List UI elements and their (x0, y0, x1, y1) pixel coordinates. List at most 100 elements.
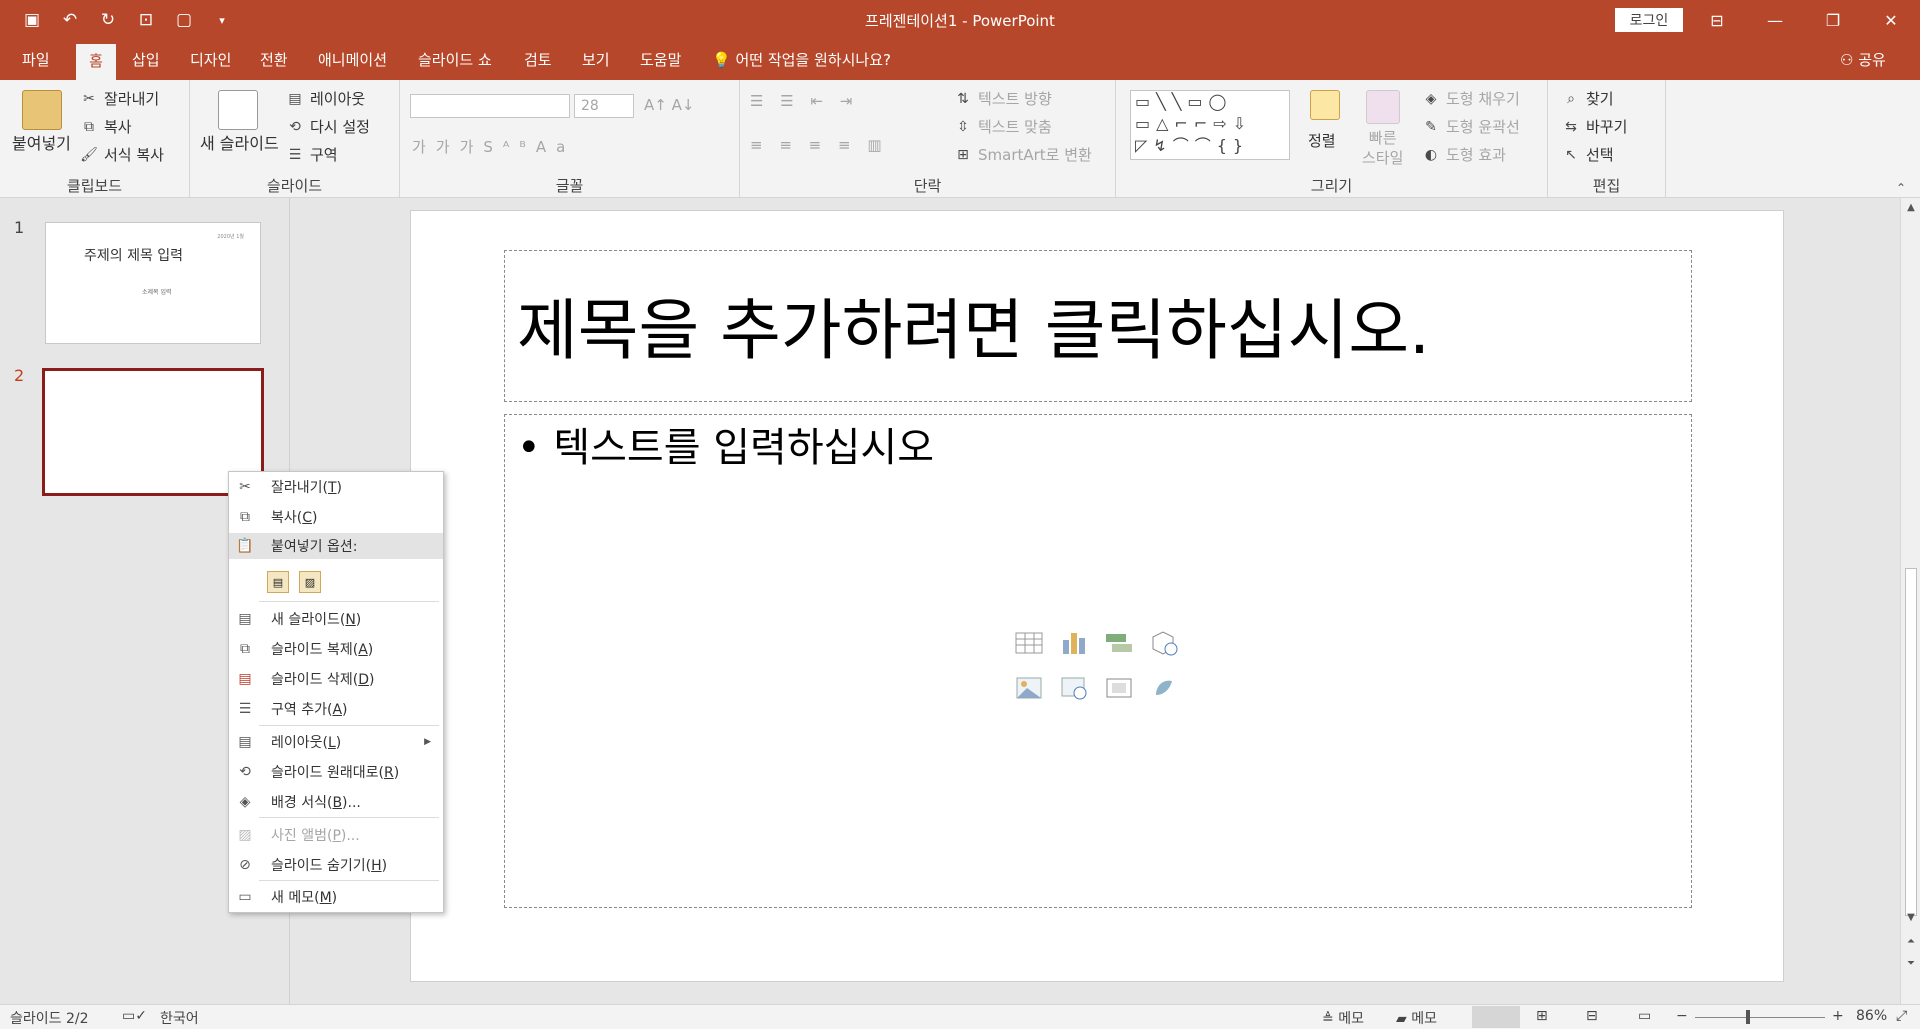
paste-icon[interactable] (22, 90, 62, 130)
shape-effects-button[interactable]: ◐ 도형 효과 (1422, 144, 1506, 165)
insert-chart-icon[interactable] (1051, 620, 1096, 665)
menu-item-format-background[interactable]: ◈ 배경 서식(B)... (229, 789, 443, 815)
shape-fill-button[interactable]: ◈ 도형 채우기 (1422, 88, 1520, 109)
menu-item-cut[interactable]: ✂ 잘라내기(T) (229, 474, 443, 500)
text-direction-button[interactable]: ⇅ 텍스트 방향 (954, 88, 1052, 109)
slideshow-view-icon[interactable]: ▭ (1638, 1008, 1651, 1024)
menu-item-hide-slide[interactable]: ⊘ 슬라이드 숨기기(H) (229, 852, 443, 878)
zoom-level[interactable]: 86% (1856, 1008, 1887, 1024)
tab-review[interactable]: 검토 (520, 40, 556, 80)
insert-online-picture-icon[interactable] (1051, 665, 1096, 710)
smartart-button[interactable]: ⊞ SmartArt로 변환 (954, 144, 1092, 165)
scrollbar-thumb[interactable] (1905, 568, 1917, 916)
shape-outline-button[interactable]: ✎ 도형 윤곽선 (1422, 116, 1520, 137)
font-grow-icon[interactable]: A↑ A↓ (644, 96, 694, 114)
align-text-button[interactable]: ⇳ 텍스트 맞춤 (954, 116, 1052, 137)
zoom-in-icon[interactable]: + (1832, 1008, 1844, 1024)
notes-button[interactable]: ≜ 메모 (1322, 1008, 1364, 1028)
reset-button[interactable]: ⟲ 다시 설정 (286, 116, 370, 137)
paragraph-group: ☰ ☰ ⇤ ⇥ ≡ ≡ ≡ ≡ ▥ ⇅ 텍스트 방향 ⇳ 텍스트 맞춤 ⊞ Smart… (740, 80, 1116, 198)
tab-home[interactable]: 홈 (76, 44, 116, 80)
list-icons[interactable]: ☰ ☰ ⇤ ⇥ (750, 92, 858, 110)
minimize-icon[interactable]: — (1746, 0, 1804, 40)
ribbon-display-icon[interactable]: ⊟ (1688, 0, 1746, 40)
menu-item-duplicate-slide[interactable]: ⧉ 슬라이드 복제(A) (229, 636, 443, 662)
tab-slideshow[interactable]: 슬라이드 쇼 (414, 40, 496, 80)
thumbnail-number: 2 (14, 366, 25, 385)
shapes-gallery[interactable]: ▭╲╲▭◯ ▭△⌐⌐⇨⇩ ◸↯⌒⌒{} (1130, 90, 1290, 160)
paste-use-destination-theme-icon[interactable]: ▤ (267, 571, 289, 593)
tab-design[interactable]: 디자인 (186, 40, 235, 80)
insert-smartart-icon[interactable] (1096, 620, 1141, 665)
brush-icon: 🖌 (80, 146, 98, 163)
menu-item-new-slide[interactable]: ▤ 새 슬라이드(N) (229, 606, 443, 632)
find-button[interactable]: ⌕ 찾기 (1562, 88, 1614, 109)
menu-item-new-comment[interactable]: ▭ 새 메모(M) (229, 884, 443, 910)
tab-insert[interactable]: 삽입 (128, 40, 164, 80)
collapse-ribbon-icon[interactable]: ⌃ (1896, 181, 1906, 195)
section-icon: ☰ (288, 146, 302, 163)
share-button[interactable]: ⚇ 공유 (1840, 40, 1886, 80)
comments-button[interactable]: ▰ 메모 (1396, 1008, 1437, 1028)
quick-styles-icon[interactable] (1366, 90, 1400, 124)
font-name-input[interactable] (410, 94, 570, 118)
close-icon[interactable]: ✕ (1862, 0, 1920, 40)
scroll-down-icon[interactable]: ▼ (1901, 912, 1920, 923)
tab-view[interactable]: 보기 (578, 40, 614, 80)
replace-button[interactable]: ⇆ 바꾸기 (1562, 116, 1627, 137)
font-format-icons[interactable]: 가가가SᴬᴮAa (412, 136, 575, 157)
copy-button[interactable]: ⧉ 복사 (80, 116, 132, 137)
restore-icon[interactable]: ❐ (1804, 0, 1862, 40)
title-placeholder[interactable]: 제목을 추가하려면 클릭하십시오. (504, 250, 1692, 402)
tell-me-search[interactable]: 💡 어떤 작업을 원하시나요? (712, 40, 891, 80)
insert-video-icon[interactable] (1096, 665, 1141, 710)
menu-separator (259, 725, 439, 726)
quick-styles-button[interactable]: 빠른 스타일 (1362, 128, 1403, 168)
slide-sorter-icon[interactable]: ⊞ (1536, 1008, 1548, 1024)
comment-icon: ▰ (1396, 1011, 1412, 1027)
section-button[interactable]: ☰ 구역 (286, 144, 338, 165)
spell-check-icon[interactable]: ▭✓ (122, 1008, 147, 1024)
zoom-slider-handle[interactable] (1746, 1010, 1750, 1024)
select-button[interactable]: ↖ 선택 (1562, 144, 1613, 165)
tab-transitions[interactable]: 전환 (256, 40, 292, 80)
vertical-scrollbar[interactable]: ▲ ▼ ⏶ ⏷ (1900, 198, 1920, 1004)
format-painter-button[interactable]: 🖌 서식 복사 (80, 144, 164, 165)
slide-thumbnail-1[interactable]: 2020년 1월 주제의 제목 입력 소제목 입력 (45, 222, 261, 344)
language-indicator[interactable]: 한국어 (160, 1008, 199, 1028)
next-slide-icon[interactable]: ⏷ (1901, 958, 1920, 969)
font-size-input[interactable]: 28 (574, 94, 634, 118)
zoom-out-icon[interactable]: − (1676, 1008, 1688, 1024)
scroll-up-icon[interactable]: ▲ (1901, 202, 1920, 213)
content-placeholder[interactable]: • 텍스트를 입력하십시오 (504, 414, 1692, 908)
align-icons[interactable]: ≡ ≡ ≡ ≡ ▥ (750, 136, 888, 154)
tab-help[interactable]: 도움말 (636, 40, 685, 80)
normal-view-icon[interactable] (1472, 1006, 1520, 1028)
reading-view-icon[interactable]: ⊟ (1586, 1008, 1598, 1024)
insert-picture-icon[interactable] (1006, 665, 1051, 710)
new-slide-icon[interactable] (218, 90, 258, 130)
tab-animations[interactable]: 애니메이션 (314, 40, 391, 80)
menu-item-delete-slide[interactable]: ▤ 슬라이드 삭제(D) (229, 666, 443, 692)
menu-item-layout[interactable]: ▤ 레이아웃(L) ▶ (229, 729, 443, 755)
arrange-icon[interactable] (1310, 90, 1340, 120)
tab-file[interactable]: 파일 (18, 40, 54, 80)
menu-item-add-section[interactable]: ☰ 구역 추가(A) (229, 696, 443, 722)
paste-button[interactable]: 붙여넣기 (12, 130, 71, 154)
insert-3d-model-icon[interactable] (1141, 620, 1186, 665)
zoom-slider[interactable] (1695, 1017, 1825, 1018)
insert-icons-icon[interactable] (1141, 665, 1186, 710)
cut-button[interactable]: ✂ 잘라내기 (80, 88, 159, 109)
menu-item-reset-slide[interactable]: ⟲ 슬라이드 원래대로(R) (229, 759, 443, 785)
group-label-drawing: 그리기 (1310, 177, 1353, 195)
layout-button[interactable]: ▤ 레이아웃 (286, 88, 365, 109)
arrange-button[interactable]: 정렬 (1308, 130, 1336, 151)
login-button[interactable]: 로그인 (1615, 8, 1683, 32)
insert-table-icon[interactable] (1006, 620, 1051, 665)
new-slide-button[interactable]: 새 슬라이드 (200, 130, 279, 154)
layout-icon: ▤ (238, 734, 252, 750)
paste-as-picture-icon[interactable]: ▨ (299, 571, 321, 593)
previous-slide-icon[interactable]: ⏶ (1901, 936, 1920, 947)
menu-item-copy[interactable]: ⧉ 복사(C) (229, 504, 443, 530)
fit-slide-icon[interactable]: ⤢ (1896, 1008, 1907, 1024)
